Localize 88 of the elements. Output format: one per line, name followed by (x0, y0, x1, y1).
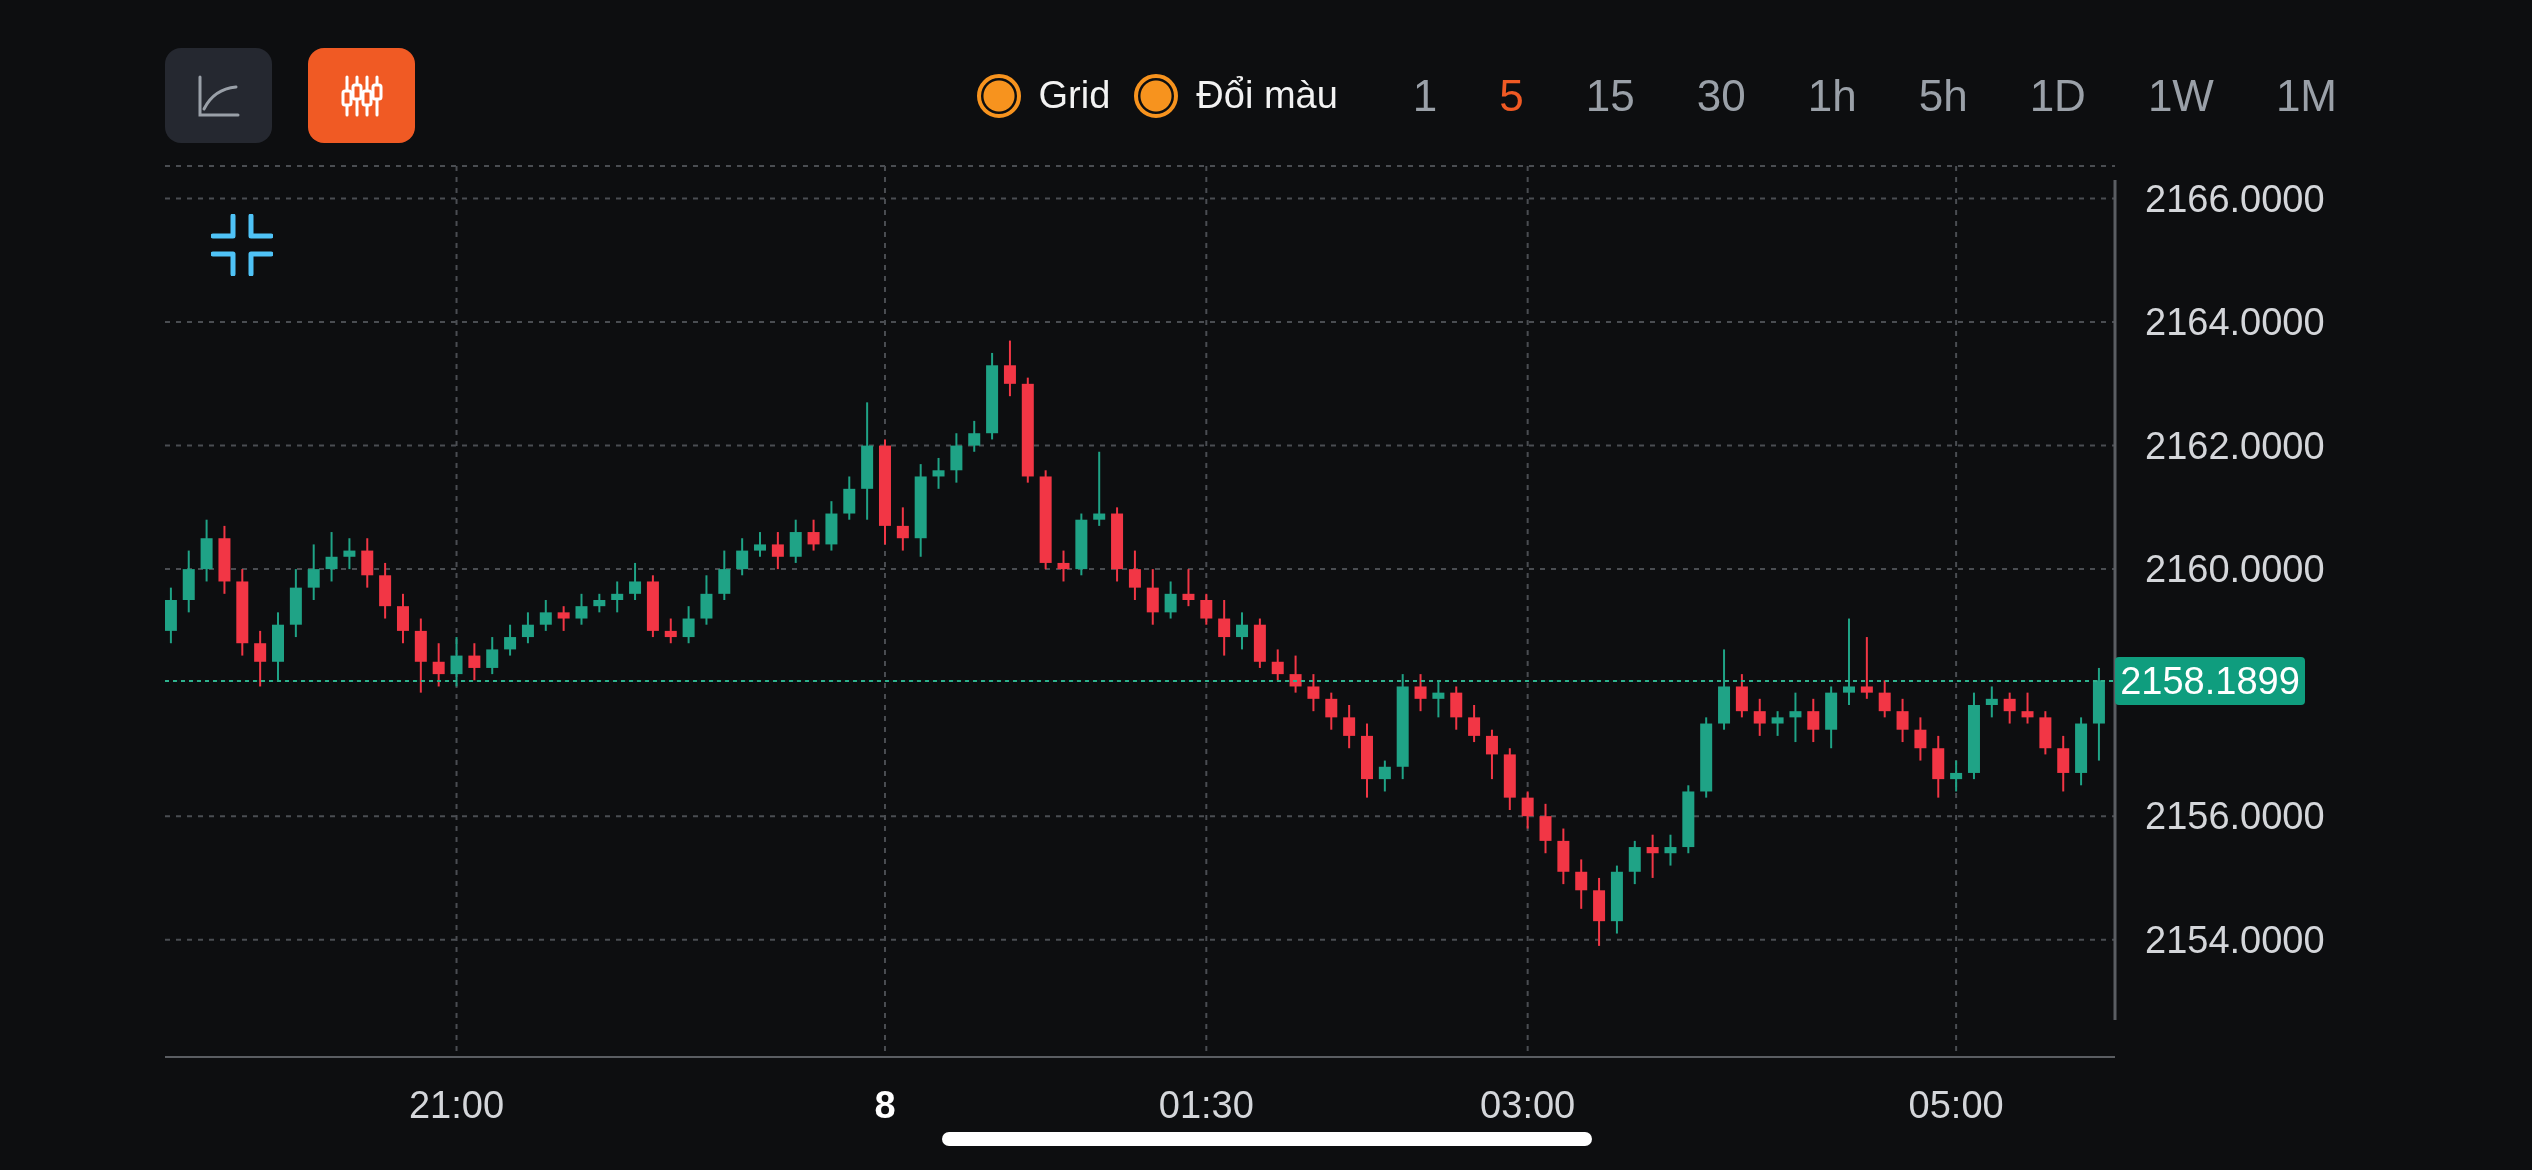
toggle-label: Đổi màu (1196, 74, 1338, 117)
candlestick (1128, 549, 1141, 601)
candlestick (1164, 580, 1177, 620)
candlestick (1985, 685, 1998, 719)
candlestick (1914, 716, 1927, 762)
y-axis-label: 2162.0000 (2145, 424, 2325, 467)
candlestick (1003, 339, 1016, 398)
timeframe-tab[interactable]: 5 (1468, 70, 1555, 121)
candlestick (1343, 704, 1356, 750)
toggle-label: Grid (1038, 74, 1111, 117)
candlestick (1485, 728, 1498, 781)
candlestick (611, 580, 624, 614)
candlestick (1307, 673, 1320, 713)
candlestick (1771, 710, 1784, 737)
candlestick (1236, 611, 1249, 651)
candlestick (1807, 697, 1820, 744)
candlestick (343, 537, 356, 571)
candlestick (1289, 654, 1302, 694)
candlestick (1753, 697, 1766, 737)
timeframe-tab[interactable]: 30 (1665, 70, 1777, 121)
candlestick (1200, 592, 1213, 626)
candlestick (1468, 704, 1481, 744)
collapse-icon (211, 214, 273, 276)
x-axis-label: 01:30 (1158, 1084, 1254, 1126)
candlestick (307, 543, 320, 601)
y-axis-label: 2156.0000 (2145, 795, 2325, 838)
y-axis-label: 2154.0000 (2145, 918, 2325, 961)
collapse-button[interactable] (211, 214, 273, 276)
candlestick (557, 605, 570, 632)
candlestick (807, 518, 820, 552)
candlestick (504, 623, 517, 657)
candlestick (754, 531, 767, 558)
candlestick (1432, 679, 1445, 719)
candlestick (968, 419, 981, 453)
candlestick (325, 531, 338, 583)
candlestick (664, 617, 677, 645)
y-axis-label: 2166.0000 (2145, 177, 2325, 220)
timeframe-tab[interactable]: 5h (1887, 70, 1999, 121)
candlestick (575, 592, 588, 626)
x-axis-label: 8 (874, 1084, 896, 1126)
y-axis-label: 2164.0000 (2145, 301, 2325, 344)
candlestick (682, 605, 695, 645)
candlestick (1218, 599, 1231, 657)
candlestick (629, 561, 642, 601)
candlestick (468, 642, 481, 682)
timeframe-tab[interactable]: 1 (1381, 70, 1469, 121)
current-price-label: 2158.1899 (2115, 656, 2305, 705)
candlestick (486, 636, 499, 676)
candlestick (1378, 759, 1391, 793)
y-axis-label: 2160.0000 (2145, 548, 2325, 591)
x-axis-label: 03:00 (1480, 1084, 1576, 1126)
candlestick (2021, 691, 2034, 725)
candlestick (521, 611, 534, 645)
candlestick (1414, 673, 1427, 713)
candlestick-chart-button[interactable] (308, 48, 415, 143)
candlestick (771, 531, 784, 571)
candlestick (896, 506, 909, 552)
candlestick (1057, 549, 1070, 583)
candlestick (1575, 858, 1588, 910)
candlestick (1325, 691, 1338, 731)
candlestick (539, 599, 552, 632)
candlestick (1878, 679, 1891, 719)
candlestick (2003, 691, 2016, 725)
candlestick (1860, 636, 1873, 700)
candlestick (1271, 648, 1284, 682)
x-axis-label: 21:00 (409, 1084, 505, 1126)
timeframe-tab[interactable]: 1M (2244, 70, 2337, 121)
candlestick (432, 642, 445, 688)
candlestick (1182, 568, 1195, 608)
candlestick (593, 592, 606, 614)
candlestick (450, 636, 463, 688)
candlestick (1093, 450, 1106, 527)
x-axis-label: 05:00 (1908, 1084, 2004, 1126)
timeframe-tab[interactable]: 1D (1998, 70, 2117, 121)
candlestick (1664, 833, 1677, 867)
candlestick (1843, 617, 1855, 706)
line-chart-button[interactable] (165, 48, 272, 143)
candlestick (736, 537, 749, 577)
timeframe-tab[interactable]: 1h (1776, 70, 1888, 121)
candlestick (254, 629, 267, 688)
timeframe-tab[interactable]: 15 (1554, 70, 1666, 121)
candlestick (1646, 833, 1659, 879)
candlestick (1521, 790, 1534, 830)
candlestick (1950, 759, 1963, 793)
candlestick (1789, 691, 1802, 744)
candlestick (1896, 697, 1909, 744)
timeframe-tab[interactable]: 1W (2116, 70, 2245, 121)
candlestick (932, 456, 945, 490)
